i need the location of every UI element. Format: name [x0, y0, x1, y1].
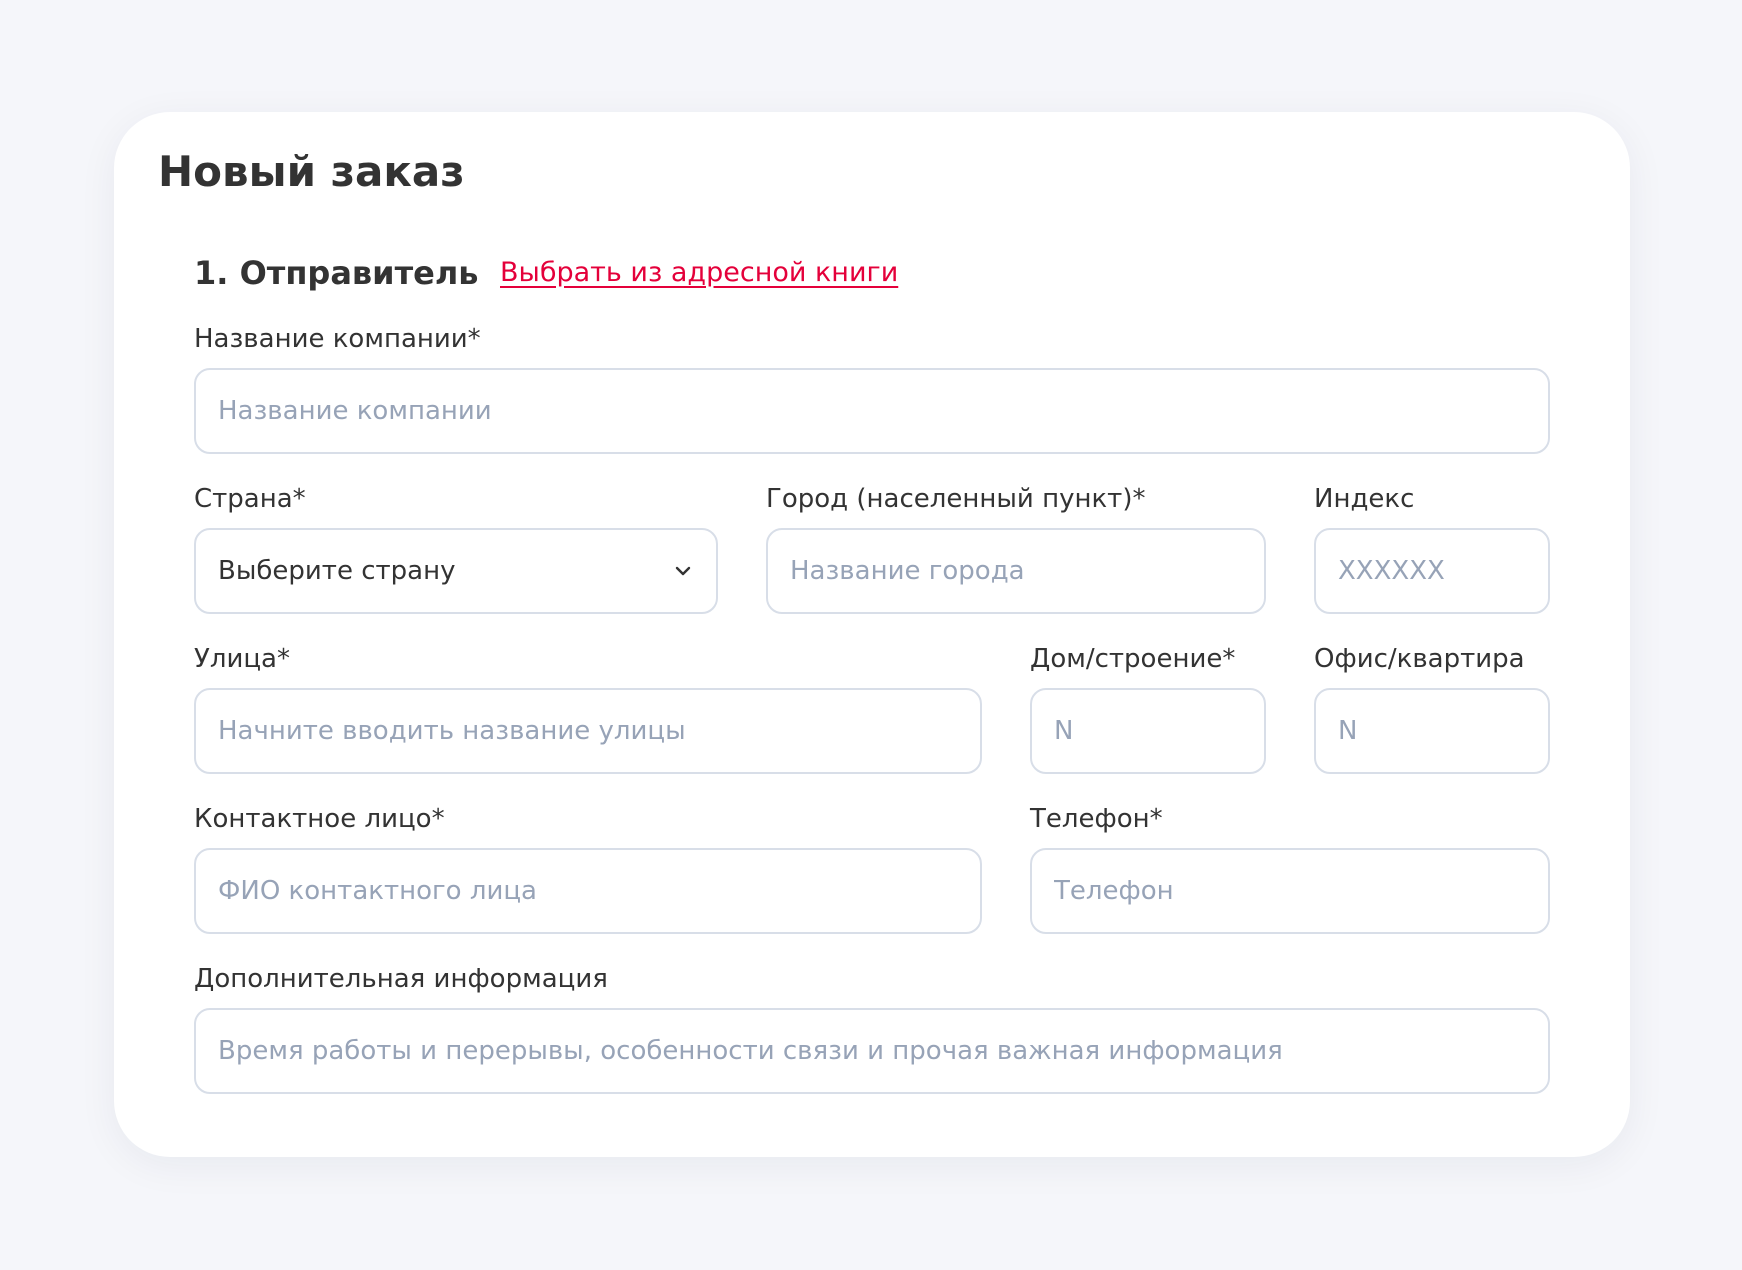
house-label: Дом/строение* [1030, 644, 1236, 674]
zip-input[interactable] [1338, 530, 1526, 612]
chevron-down-icon [675, 566, 691, 576]
city-input[interactable] [790, 530, 1242, 612]
additional-info-field [194, 1008, 1550, 1094]
contact-input[interactable] [218, 850, 958, 932]
office-label: Офис/квартира [1314, 644, 1525, 674]
office-input[interactable] [1338, 690, 1526, 772]
phone-label: Телефон* [1030, 804, 1163, 834]
zip-field [1314, 528, 1550, 614]
company-name-label: Название компании* [194, 324, 481, 354]
section-title-sender: 1. Отправитель [194, 254, 479, 292]
house-input[interactable] [1054, 690, 1242, 772]
contact-field [194, 848, 982, 934]
additional-info-label: Дополнительная информация [194, 964, 608, 994]
page-title: Новый заказ [158, 147, 465, 196]
house-field [1030, 688, 1266, 774]
additional-info-input[interactable] [218, 1010, 1526, 1092]
phone-input[interactable] [1054, 850, 1526, 932]
contact-label: Контактное лицо* [194, 804, 445, 834]
company-name-field [194, 368, 1550, 454]
country-label: Страна* [194, 484, 306, 514]
office-field [1314, 688, 1550, 774]
street-input[interactable] [218, 690, 958, 772]
phone-field [1030, 848, 1550, 934]
country-select[interactable]: Выберите страну [194, 528, 718, 614]
street-label: Улица* [194, 644, 290, 674]
city-field [766, 528, 1266, 614]
company-name-input[interactable] [218, 370, 1526, 452]
country-select-value: Выберите страну [218, 556, 456, 586]
street-field [194, 688, 982, 774]
zip-label: Индекс [1314, 484, 1415, 514]
address-book-link[interactable]: Выбрать из адресной книги [500, 255, 898, 291]
city-label: Город (населенный пункт)* [766, 484, 1146, 514]
